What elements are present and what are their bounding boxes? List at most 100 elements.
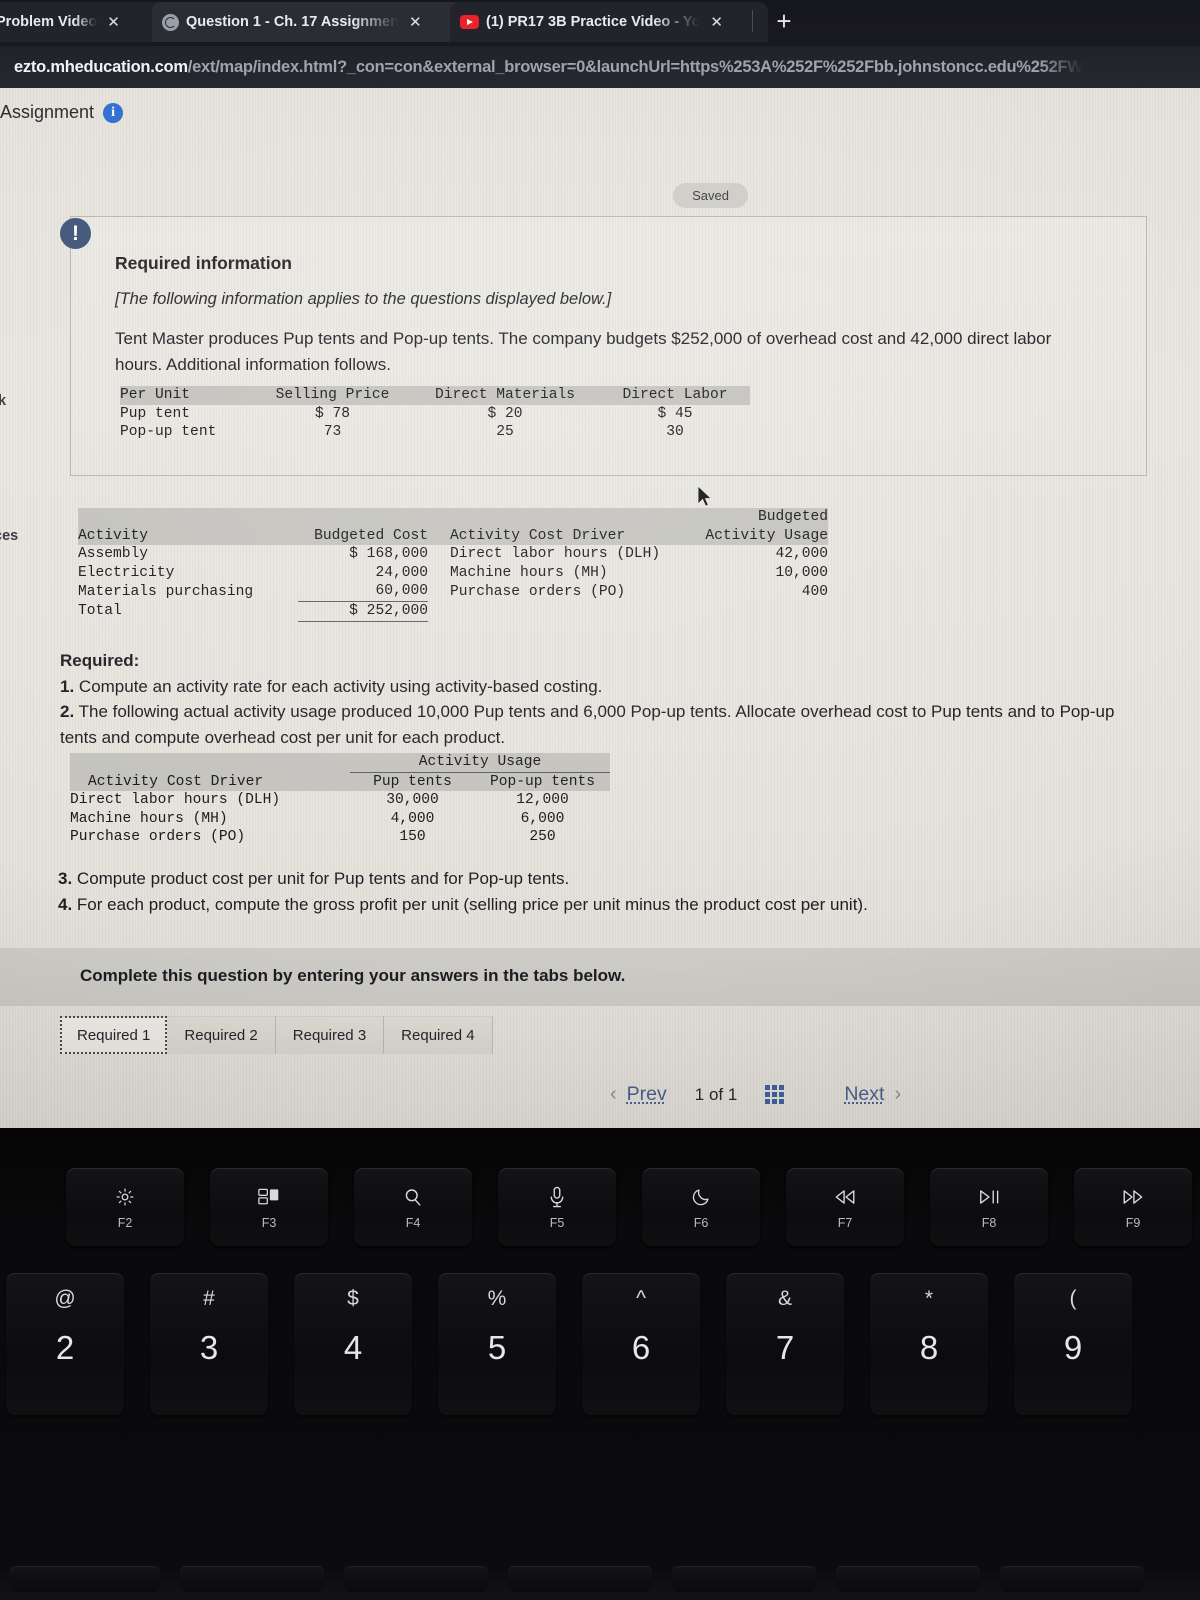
- key-4-symbol: $: [347, 1287, 359, 1310]
- key-f6-label: F6: [693, 1216, 709, 1230]
- tab-required-2[interactable]: Required 2: [167, 1016, 276, 1054]
- key-6[interactable]: ^ 6: [582, 1273, 700, 1415]
- browser-tab-0-close-icon[interactable]: ✕: [104, 15, 120, 30]
- key-blank-0[interactable]: [10, 1566, 160, 1592]
- activity-r1-c3: 10,000: [775, 564, 828, 581]
- play-pause-icon: [978, 1184, 1000, 1210]
- required-list-item-2-num: 2.: [60, 702, 75, 721]
- tab-required-3[interactable]: Required 3: [275, 1016, 385, 1054]
- key-9-symbol: (: [1069, 1287, 1077, 1310]
- key-7-symbol: &: [777, 1287, 792, 1310]
- key-2-number: 2: [55, 1329, 75, 1366]
- key-8[interactable]: * 8: [870, 1273, 988, 1415]
- mission-control-icon: [258, 1184, 280, 1210]
- per-unit-table: Per Unit Selling Price Direct Materials …: [120, 386, 750, 442]
- next-button[interactable]: Next: [844, 1083, 884, 1106]
- key-f7[interactable]: F7: [786, 1168, 904, 1246]
- key-blank-2[interactable]: [344, 1566, 488, 1592]
- info-icon[interactable]: i: [103, 102, 124, 123]
- key-2[interactable]: @ 2: [6, 1273, 124, 1415]
- key-blank-5[interactable]: [836, 1566, 980, 1592]
- key-blank-1[interactable]: [180, 1566, 324, 1592]
- required-list-item-4-text: For each product, compute the gross prof…: [72, 894, 868, 914]
- prev-button[interactable]: Prev: [627, 1083, 667, 1106]
- key-4-number: 4: [343, 1329, 363, 1366]
- url-domain: ezto.mheducation.com: [14, 57, 188, 76]
- required-list-item-3: 3. Compute product cost per unit for Pup…: [58, 866, 1143, 892]
- tab-required-4[interactable]: Required 4: [384, 1016, 493, 1054]
- table-row: Machine hours (MH) 4,000 6,000: [70, 810, 610, 829]
- fast-forward-icon: [1121, 1184, 1145, 1210]
- required-information-title: Required information: [115, 253, 292, 273]
- next-chevron-icon[interactable]: ›: [884, 1083, 911, 1106]
- usage-r2-c2: 250: [529, 829, 556, 846]
- key-f9[interactable]: F9: [1074, 1168, 1192, 1246]
- per-unit-r0-c2: $ 20: [487, 405, 523, 422]
- per-unit-r1-c0: Pop-up tent: [120, 424, 217, 441]
- lms-page: Assignment i Saved k ces ! Required info…: [0, 88, 1200, 1128]
- key-f3[interactable]: F3: [210, 1168, 328, 1246]
- sidebar-sliver-resources[interactable]: ces: [0, 528, 18, 544]
- activity-col-usage-top: Budgeted: [678, 508, 828, 527]
- brightness-icon: [115, 1184, 135, 1210]
- prev-chevron-icon[interactable]: ‹: [600, 1083, 627, 1106]
- key-blank-4[interactable]: [672, 1566, 816, 1592]
- usage-col-0: Activity Cost Driver: [70, 772, 350, 792]
- sidebar-sliver-back[interactable]: k: [0, 393, 6, 409]
- key-3[interactable]: # 3: [150, 1273, 268, 1415]
- browser-tab-strip: Problem Video ✕ Question 1 - Ch. 17 Assi…: [0, 0, 1200, 46]
- required-list-item-4: 4. For each product, compute the gross p…: [58, 892, 1143, 918]
- key-7[interactable]: & 7: [726, 1273, 844, 1415]
- browser-tab-0[interactable]: Problem Video ✕: [0, 2, 166, 42]
- activity-r2-c1: 60,000: [298, 582, 428, 602]
- key-f8[interactable]: F8: [930, 1168, 1048, 1246]
- table-row: Electricity 24,000 Machine hours (MH) 10…: [78, 564, 828, 583]
- per-unit-col-1: Selling Price: [255, 386, 410, 405]
- key-4[interactable]: $ 4: [294, 1273, 412, 1415]
- activity-cost-table: Budgeted Activity Budgeted Cost Activity…: [78, 508, 828, 622]
- key-f4[interactable]: F4: [354, 1168, 472, 1246]
- activity-r1-c0: Electricity: [78, 564, 175, 581]
- browser-tab-1-close-icon[interactable]: ✕: [406, 15, 422, 30]
- activity-total-row: Total $ 252,000: [78, 602, 828, 622]
- address-bar[interactable]: ezto.mheducation.com/ext/map/index.html?…: [0, 46, 1200, 88]
- browser-tab-2-close-icon[interactable]: ✕: [707, 15, 723, 30]
- key-f2-label: F2: [117, 1216, 133, 1230]
- tab-divider: [752, 10, 753, 32]
- tab-required-1[interactable]: Required 1: [60, 1016, 168, 1054]
- key-2-symbol: @: [54, 1287, 76, 1310]
- key-f2[interactable]: F2: [66, 1168, 184, 1246]
- do-not-disturb-icon: [691, 1184, 711, 1210]
- browser-tab-2[interactable]: (1) PR17 3B Practice Video - Yo ✕: [450, 2, 768, 42]
- key-f5-label: F5: [549, 1216, 565, 1230]
- key-9-number: 9: [1063, 1329, 1083, 1366]
- activity-col-2: Activity Cost Driver: [428, 526, 678, 546]
- table-row: Pop-up tent 73 25 30: [120, 423, 750, 442]
- key-3-number: 3: [199, 1329, 219, 1366]
- key-5[interactable]: % 5: [438, 1273, 556, 1415]
- key-f5[interactable]: F5: [498, 1168, 616, 1246]
- url-path: /ext/map/index.html?_con=con&external_br…: [187, 57, 1083, 76]
- grid-icon[interactable]: [765, 1085, 785, 1104]
- key-9[interactable]: ( 9: [1014, 1273, 1132, 1415]
- key-blank-3[interactable]: [508, 1566, 652, 1592]
- exclamation-icon: !: [60, 218, 91, 249]
- required-list-heading: Required:: [60, 651, 140, 670]
- key-7-number: 7: [775, 1329, 795, 1366]
- browser-tab-1[interactable]: Question 1 - Ch. 17 Assignmen ✕: [152, 2, 464, 42]
- key-f6[interactable]: F6: [642, 1168, 760, 1246]
- per-unit-r1-c2: 25: [496, 424, 514, 441]
- per-unit-col-0: Per Unit: [120, 386, 255, 405]
- key-blank-6[interactable]: [1000, 1566, 1144, 1592]
- per-unit-r1-c3: 30: [666, 424, 684, 441]
- microphone-icon: [548, 1184, 566, 1210]
- activity-usage-table: Activity Usage Activity Cost Driver Pup …: [70, 753, 610, 847]
- usage-r1-c0: Machine hours (MH): [70, 810, 228, 827]
- keyboard-lower-row: [0, 1558, 1200, 1600]
- key-6-number: 6: [631, 1329, 651, 1366]
- answer-tabs: Required 1 Required 2 Required 3 Require…: [60, 1016, 493, 1054]
- new-tab-button[interactable]: +: [770, 8, 798, 36]
- usage-col-2: Pop-up tents: [475, 772, 610, 792]
- search-icon: [403, 1184, 423, 1210]
- activity-r2-c0: Materials purchasing: [78, 583, 254, 600]
